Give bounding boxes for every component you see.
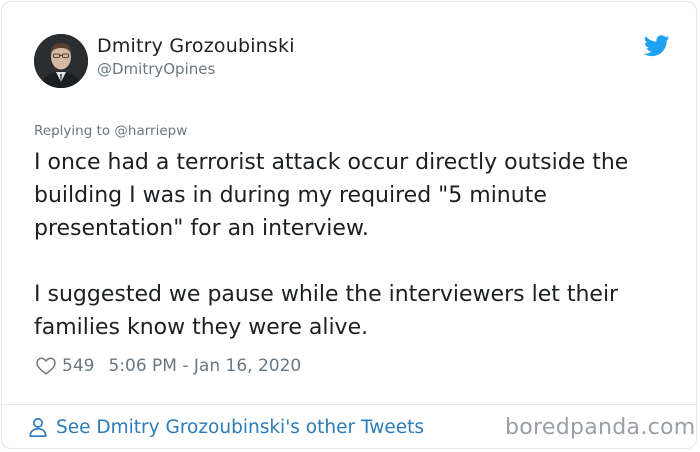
tweet-meta: 549 5:06 PM - Jan 16, 2020 (35, 353, 301, 379)
twitter-bird-icon[interactable] (644, 35, 670, 57)
avatar[interactable] (34, 34, 88, 88)
see-more-tweets-link[interactable]: See Dmitry Grozoubinski's other Tweets (27, 416, 424, 438)
reply-context: Replying to @harriepw (34, 123, 187, 139)
watermark: boredpanda.com (505, 415, 696, 440)
divider (2, 404, 696, 405)
author-name[interactable]: Dmitry Grozoubinski (97, 35, 295, 57)
tweet-paragraph: I once had a terrorist attack occur dire… (34, 150, 629, 241)
like-count[interactable]: 549 (62, 356, 94, 376)
tweet-text: I once had a terrorist attack occur dire… (34, 146, 674, 344)
reply-to-link[interactable]: @harriepw (114, 123, 187, 139)
reply-prefix: Replying to (34, 123, 115, 139)
author-handle[interactable]: @DmitryOpines (97, 60, 215, 78)
tweet-paragraph: I suggested we pause while the interview… (34, 282, 619, 340)
timestamp[interactable]: 5:06 PM - Jan 16, 2020 (108, 356, 301, 376)
tweet-card: Dmitry Grozoubinski @DmitryOpines Replyi… (1, 1, 697, 449)
heart-icon[interactable] (35, 355, 57, 377)
avatar-photo (34, 34, 88, 88)
person-icon (29, 417, 47, 437)
see-more-label: See Dmitry Grozoubinski's other Tweets (56, 416, 424, 438)
